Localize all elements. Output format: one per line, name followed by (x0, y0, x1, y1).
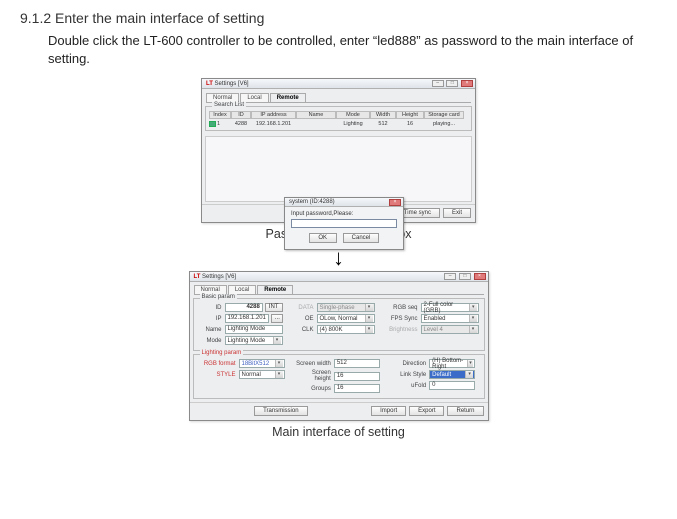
chevron-down-icon: ▾ (275, 360, 283, 367)
maximize-button[interactable]: □ (459, 273, 471, 280)
rgbseq-label: RGB seq (387, 305, 421, 311)
exit-button[interactable]: Exit (443, 208, 471, 218)
chevron-down-icon: ▾ (469, 315, 477, 322)
chevron-down-icon: ▾ (467, 360, 473, 367)
caption-main: Main interface of setting (20, 425, 657, 439)
clk-select[interactable]: (4) 800K▾ (317, 325, 375, 334)
chevron-down-icon: ▾ (275, 371, 283, 378)
close-button[interactable]: × (474, 273, 486, 280)
export-button[interactable]: Export (409, 406, 444, 416)
password-dialog-title: system (ID:4288) (289, 199, 335, 205)
minimize-button[interactable]: – (444, 273, 456, 280)
rgbseq-select[interactable]: 2-Full color (GRB)▾ (421, 303, 479, 312)
password-prompt: Input password,Please: (291, 211, 397, 217)
password-close-button[interactable]: × (389, 199, 401, 206)
chevron-down-icon: ▾ (469, 304, 477, 311)
lighting-param-group: Lighting param RGB format 18BitX512▾ STY… (193, 354, 485, 399)
password-dialog: system (ID:4288) × Input password,Please… (284, 197, 404, 250)
screenheight-label: Screen height (294, 370, 334, 382)
screenheight-field[interactable]: 16 (334, 372, 380, 381)
mode-select[interactable]: Lighting Mode▾ (225, 336, 283, 345)
chevron-down-icon: ▾ (365, 304, 373, 311)
groups-field[interactable]: 16 (334, 384, 380, 393)
section-heading: 9.1.2 Enter the main interface of settin… (20, 10, 657, 26)
brightness-select: Level 4▾ (421, 325, 479, 334)
password-input[interactable] (291, 219, 397, 228)
ufold-label: uFold (389, 383, 429, 389)
maximize-button[interactable]: □ (446, 80, 458, 87)
ok-button[interactable]: OK (309, 233, 337, 243)
section-body-text: Double click the LT-600 controller to be… (48, 32, 657, 68)
titlebar: LT Settings [V6] – □ × (202, 79, 475, 89)
search-list-header: Index ID IP address Name Mode Width Heig… (209, 110, 468, 120)
tab-remote[interactable]: Remote (257, 285, 293, 294)
import-button[interactable]: Import (371, 406, 406, 416)
down-arrow-icon: ↓ (20, 247, 657, 269)
mode-label: Mode (199, 338, 225, 344)
screenwidth-label: Screen width (294, 361, 334, 367)
table-row[interactable]: 1 4288 192.168.1.201 Lighting 512 16 pla… (209, 120, 468, 128)
title-rest: Settings [V6] (200, 274, 236, 280)
linkstyle-select[interactable]: Default▾ (429, 370, 475, 379)
settings-window-password: LT Settings [V6] – □ × Normal Local Remo… (201, 78, 476, 223)
style-select[interactable]: Normal▾ (239, 370, 285, 379)
basic-param-legend: Basic param (200, 294, 237, 300)
title-prefix: LT (206, 81, 213, 87)
device-icon (209, 121, 216, 127)
tab-local[interactable]: Local (240, 93, 268, 102)
settings-window-main: LT Settings [V6] – □ × Normal Local Remo… (189, 271, 489, 421)
ip-ext-button[interactable]: ... (271, 314, 283, 323)
oe-label: OE (293, 316, 317, 322)
transmission-button[interactable]: Transmission (254, 406, 307, 416)
fps-label: FPS Sync (387, 316, 421, 322)
name-field[interactable]: Lighting Mode (225, 325, 283, 334)
tab-normal[interactable]: Normal (194, 285, 227, 294)
brightness-label: Brightness (387, 327, 421, 333)
search-list-label: Search List (212, 102, 246, 108)
titlebar: LT Settings [V6] – □ × (190, 272, 488, 282)
fps-select[interactable]: Enabled▾ (421, 314, 479, 323)
direction-label: Direction (389, 361, 429, 367)
tab-remote[interactable]: Remote (270, 93, 306, 102)
tab-normal[interactable]: Normal (206, 93, 239, 102)
clk-label: CLK (293, 327, 317, 333)
data-select: Single-phase▾ (317, 303, 375, 312)
id-label: ID (199, 305, 225, 311)
chevron-down-icon: ▾ (365, 326, 373, 333)
chevron-down-icon: ▾ (465, 371, 473, 378)
data-label: DATA (293, 305, 317, 311)
tab-local[interactable]: Local (228, 285, 256, 294)
oe-select[interactable]: OLow, Normal▾ (317, 314, 375, 323)
basic-param-group: Basic param ID 4288 INT IP 192.168.1.201… (193, 298, 485, 351)
name-label: Name (199, 327, 225, 333)
lighting-param-legend: Lighting param (200, 350, 244, 356)
direction-select[interactable]: (H) Bottom-Right▾ (429, 359, 475, 368)
ip-field[interactable]: 192.168.1.201 (225, 314, 269, 323)
cancel-button[interactable]: Cancel (343, 233, 380, 243)
chevron-down-icon: ▾ (469, 326, 477, 333)
rgbformat-select[interactable]: 18BitX512▾ (239, 359, 285, 368)
linkstyle-label: Link Style (389, 372, 429, 378)
groups-label: Groups (294, 386, 334, 392)
chevron-down-icon: ▾ (273, 337, 281, 344)
style-label: STYLE (199, 372, 239, 378)
screenwidth-field[interactable]: 512 (334, 359, 380, 368)
return-button[interactable]: Return (447, 406, 483, 416)
id-int-button[interactable]: INT (265, 303, 283, 312)
id-field[interactable]: 4288 (225, 303, 263, 312)
ip-label: IP (199, 316, 225, 322)
rgbformat-label: RGB format (199, 361, 239, 367)
ufold-field[interactable]: 0 (429, 381, 475, 390)
chevron-down-icon: ▾ (365, 315, 373, 322)
minimize-button[interactable]: – (432, 80, 444, 87)
title-rest: Settings [V6] (213, 81, 249, 87)
close-button[interactable]: × (461, 80, 473, 87)
